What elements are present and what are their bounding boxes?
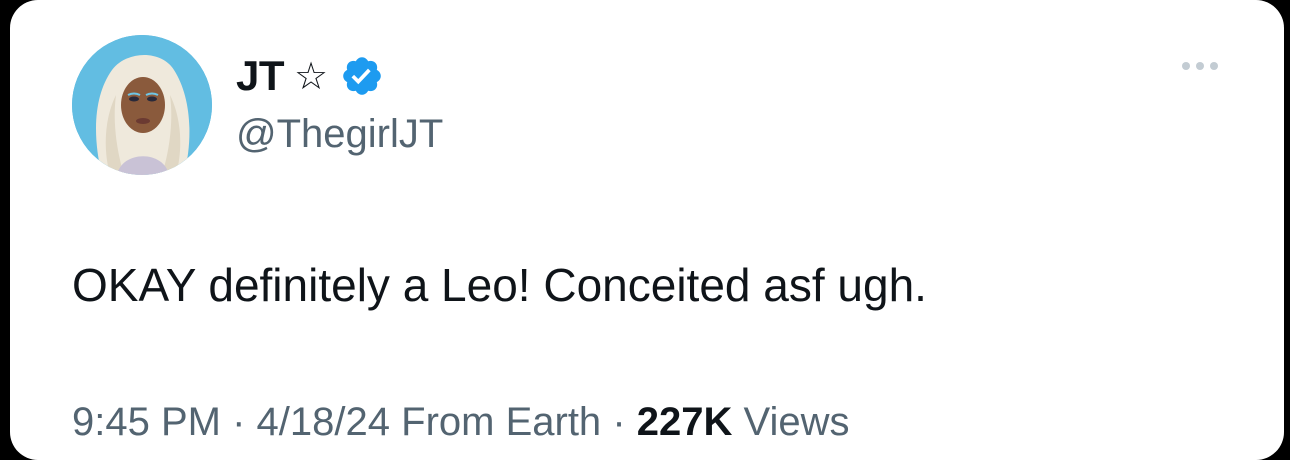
meta-separator: · bbox=[612, 400, 626, 444]
views-label[interactable]: Views bbox=[744, 400, 850, 444]
more-dot bbox=[1182, 62, 1190, 70]
more-dot bbox=[1196, 62, 1204, 70]
avatar[interactable] bbox=[72, 35, 212, 175]
verified-badge-icon bbox=[343, 57, 381, 95]
author-name-row[interactable]: JT ☆ bbox=[236, 48, 384, 104]
more-icon[interactable] bbox=[1182, 62, 1218, 70]
avatar-image bbox=[72, 35, 212, 175]
display-name[interactable]: JT bbox=[236, 52, 285, 100]
tweet-text: OKAY definitely a Leo! Conceited asf ugh… bbox=[72, 259, 927, 311]
views-count[interactable]: 227K bbox=[637, 400, 733, 444]
tweet-card: JT ☆ @ThegirlJT OKAY definitely a Leo! C… bbox=[10, 0, 1284, 460]
meta-separator: · bbox=[232, 400, 246, 444]
star-icon: ☆ bbox=[294, 54, 329, 98]
author-handle[interactable]: @ThegirlJT bbox=[236, 112, 443, 157]
more-dot bbox=[1210, 62, 1218, 70]
tweet-time[interactable]: 9:45 PM bbox=[72, 400, 221, 444]
tweet-source: From Earth bbox=[401, 400, 602, 444]
tweet-meta: 9:45 PM · 4/18/24 From Earth · 227K View… bbox=[72, 400, 850, 445]
tweet-date[interactable]: 4/18/24 bbox=[257, 400, 390, 444]
